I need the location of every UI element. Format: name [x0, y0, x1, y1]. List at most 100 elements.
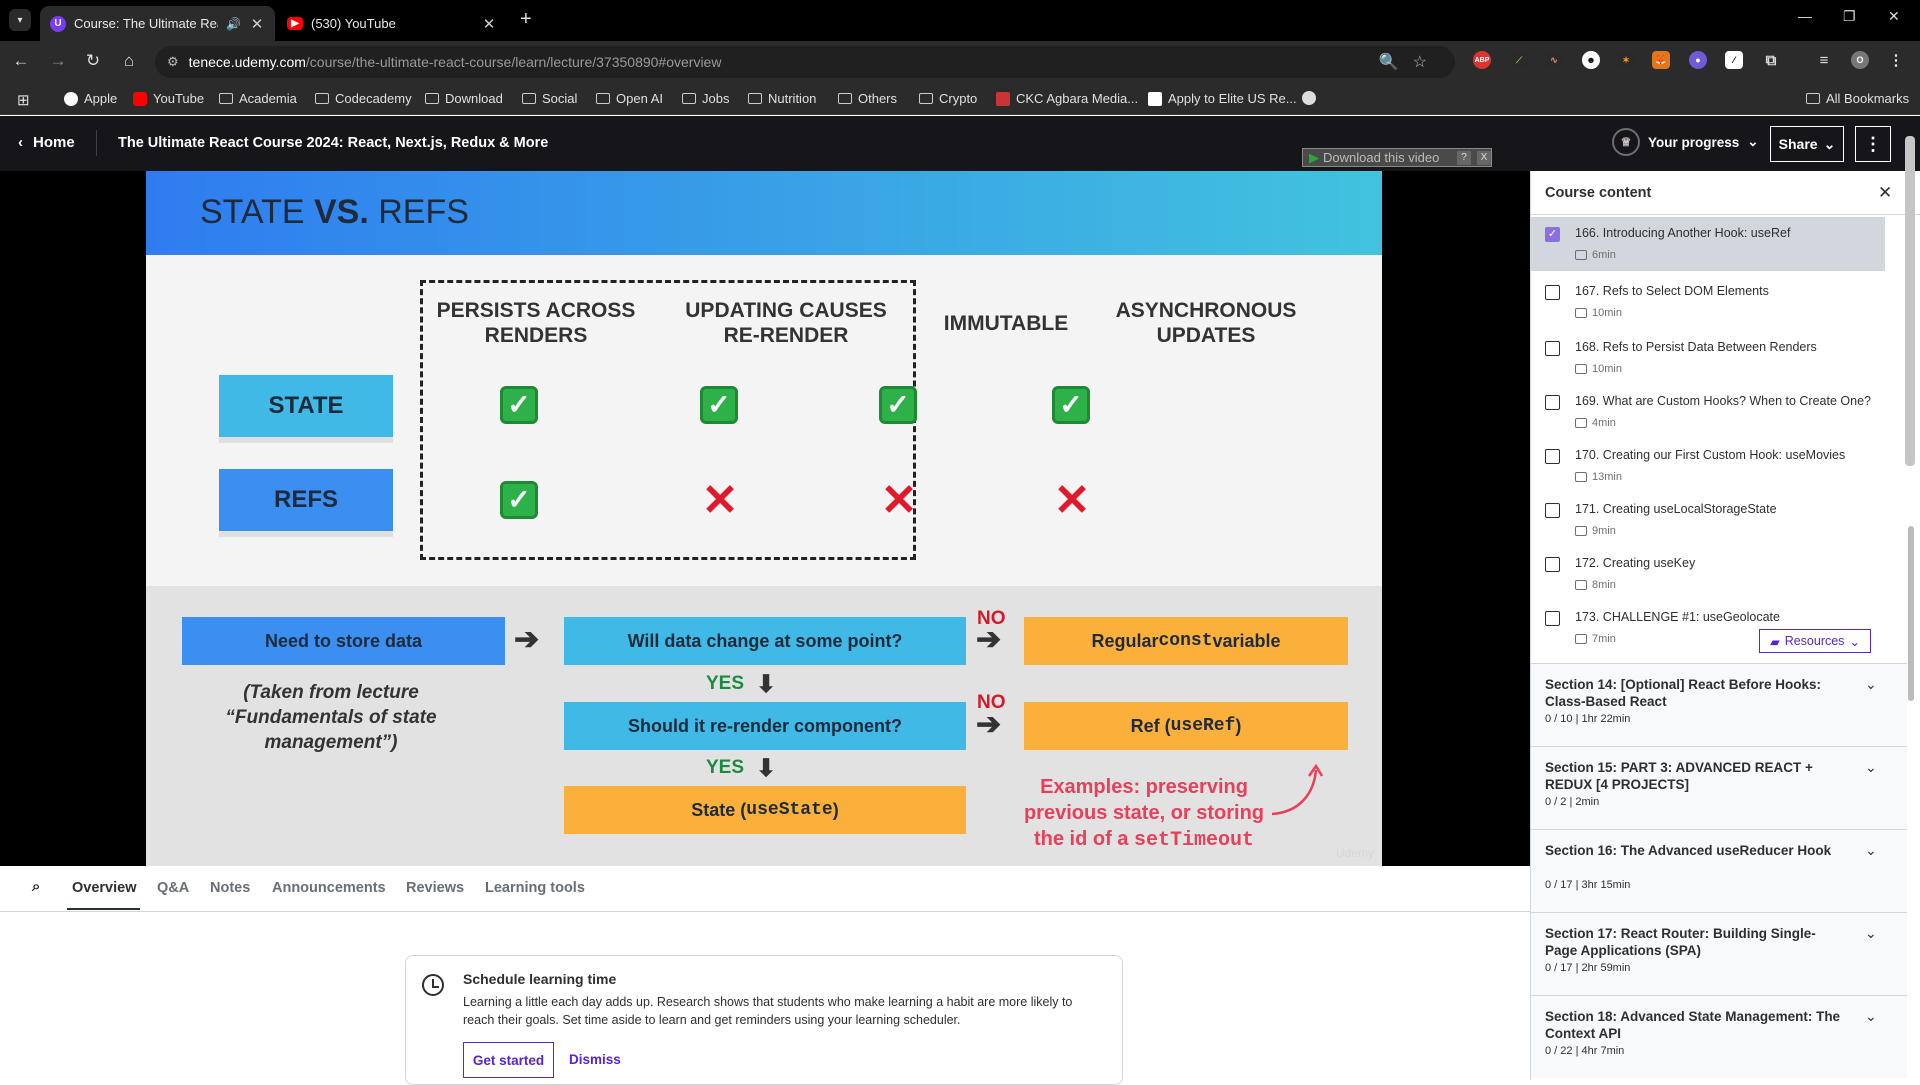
- lecture-item[interactable]: 172. Creating useKey 8min: [1531, 547, 1885, 601]
- section-item[interactable]: Section 14: [Optional] React Before Hook…: [1531, 663, 1907, 746]
- tab-qa[interactable]: Q&A: [157, 880, 189, 896]
- home-link[interactable]: ‹ Home: [18, 134, 75, 151]
- close-window-icon[interactable]: ✕: [1888, 8, 1900, 25]
- dismiss-button[interactable]: Dismiss: [569, 1052, 621, 1067]
- lecture-item[interactable]: 169. What are Custom Hooks? When to Crea…: [1531, 385, 1885, 439]
- flowchart: Need to store data ➔ Will data change at…: [146, 586, 1382, 866]
- bookmark-download[interactable]: Download: [425, 91, 503, 106]
- lecture-checkbox[interactable]: [1545, 557, 1560, 572]
- lecture-checkbox[interactable]: [1545, 503, 1560, 518]
- bookmark-ckc[interactable]: CKC Agbara Media...: [996, 91, 1138, 106]
- folder-icon: [315, 93, 329, 104]
- video-icon: [1575, 526, 1587, 536]
- chevron-down-icon: ⌄: [1865, 759, 1877, 775]
- close-tab-icon[interactable]: ✕: [249, 15, 265, 33]
- forward-icon[interactable]: →: [47, 51, 69, 71]
- new-tab-button[interactable]: +: [520, 8, 532, 31]
- share-button[interactable]: Share ⌄: [1770, 126, 1844, 162]
- resources-button[interactable]: ▰ Resources ⌄: [1759, 629, 1871, 653]
- spark-extension-icon[interactable]: ✶: [1617, 51, 1635, 69]
- page-scrollbar[interactable]: [1905, 136, 1915, 466]
- section-meta: 0 / 10 | 1hr 22min: [1545, 713, 1631, 725]
- cross-icon: ✕: [701, 476, 739, 525]
- adblock-extension-icon[interactable]: ABP: [1473, 51, 1491, 69]
- tab-udemy[interactable]: U Course: The Ultimate React 🔊 ✕: [40, 6, 275, 41]
- lecture-duration: 4min: [1575, 417, 1616, 429]
- globe-icon[interactable]: [1302, 91, 1316, 105]
- tab-learning-tools[interactable]: Learning tools: [485, 880, 585, 896]
- bookmark-social[interactable]: Social: [522, 91, 577, 106]
- bookmark-apple[interactable]: Apple: [64, 91, 117, 106]
- checkmark-icon: ✓: [700, 386, 738, 424]
- get-started-button[interactable]: Get started: [463, 1042, 554, 1078]
- home-icon[interactable]: ⌂: [118, 51, 140, 71]
- bookmark-codecademy[interactable]: Codecademy: [315, 91, 412, 106]
- bookmark-apply[interactable]: Apply to Elite US Re...: [1148, 91, 1297, 106]
- scribble-extension-icon[interactable]: ∿: [1545, 51, 1563, 69]
- apps-grid-icon[interactable]: ⊞: [17, 91, 30, 109]
- more-options-icon[interactable]: ⋮: [1855, 126, 1891, 162]
- section-item[interactable]: Section 17: React Router: Building Singl…: [1531, 912, 1907, 995]
- course-title[interactable]: The Ultimate React Course 2024: React, N…: [118, 135, 548, 151]
- bookmark-others[interactable]: Others: [838, 91, 897, 106]
- video-icon: [1575, 472, 1587, 482]
- lecture-checkbox[interactable]: [1545, 395, 1560, 410]
- minimize-icon[interactable]: —: [1798, 8, 1812, 24]
- section-item[interactable]: Section 18: Advanced State Management: T…: [1531, 995, 1907, 1078]
- tab-notes[interactable]: Notes: [210, 880, 250, 896]
- tab-search-icon[interactable]: ▾: [9, 9, 31, 31]
- lecture-item[interactable]: 171. Creating useLocalStorageState 9min: [1531, 493, 1885, 547]
- lecture-item[interactable]: 167. Refs to Select DOM Elements 10min: [1531, 275, 1885, 329]
- reload-icon[interactable]: ↻: [82, 51, 104, 71]
- bookmark-nutrition[interactable]: Nutrition: [748, 91, 816, 106]
- reading-list-icon[interactable]: ≡: [1815, 51, 1833, 69]
- close-icon[interactable]: ✕: [1878, 183, 1892, 203]
- lecture-checkbox[interactable]: [1545, 449, 1560, 464]
- lecture-item[interactable]: 168. Refs to Persist Data Between Render…: [1531, 331, 1885, 385]
- lecture-checkbox[interactable]: [1545, 341, 1560, 356]
- download-video-bar[interactable]: ▶ Download this video ? X: [1302, 148, 1492, 167]
- sidebar-title: Course content: [1545, 185, 1652, 201]
- speaker-icon[interactable]: 🔊: [226, 17, 241, 31]
- site-info-icon[interactable]: ⚙: [167, 54, 179, 70]
- chat-extension-icon[interactable]: ●: [1689, 51, 1707, 69]
- section-item[interactable]: Section 15: PART 3: ADVANCED REACT + RED…: [1531, 746, 1907, 829]
- bookmark-openai[interactable]: Open AI: [596, 91, 663, 106]
- section-item[interactable]: Section 16: The Advanced useReducer Hook…: [1531, 829, 1907, 912]
- restore-icon[interactable]: ❐: [1843, 8, 1856, 25]
- wand-extension-icon[interactable]: ⁄: [1725, 51, 1743, 69]
- extensions-puzzle-icon[interactable]: ⧉: [1762, 51, 1780, 69]
- profile-avatar[interactable]: O: [1851, 51, 1869, 69]
- lecture-duration: 8min: [1575, 579, 1616, 591]
- zoom-star-icons[interactable]: 🔍☆: [1379, 52, 1441, 72]
- address-bar[interactable]: ⚙ tenece.udemy.com/course/the-ultimate-r…: [155, 46, 1455, 78]
- lecture-tabs: ⌕ Overview Q&A Notes Announcements Revie…: [0, 866, 1530, 912]
- chrome-menu-icon[interactable]: ⋮: [1887, 51, 1905, 69]
- tab-overview[interactable]: Overview: [72, 880, 137, 896]
- bookmark-academia[interactable]: Academia: [219, 91, 297, 106]
- tab-youtube[interactable]: ▶ (530) YouTube ✕: [277, 6, 507, 41]
- lecture-item[interactable]: 173. CHALLENGE #1: useGeolocate 7min ▰ Reso…: [1531, 601, 1885, 655]
- metamask-extension-icon[interactable]: 🦊: [1652, 51, 1670, 69]
- help-icon[interactable]: ?: [1457, 150, 1471, 165]
- lecture-checkbox[interactable]: [1545, 285, 1560, 300]
- close-tab-icon[interactable]: ✕: [481, 15, 497, 33]
- lecture-item[interactable]: 170. Creating our First Custom Hook: use…: [1531, 439, 1885, 493]
- lecture-checkbox[interactable]: [1545, 611, 1560, 626]
- chevron-left-icon: ‹: [18, 134, 23, 151]
- bookmark-jobs[interactable]: Jobs: [682, 91, 729, 106]
- sidebar-scrollbar[interactable]: [1908, 526, 1914, 701]
- close-icon[interactable]: X: [1477, 150, 1491, 165]
- bookmark-crypto[interactable]: Crypto: [919, 91, 977, 106]
- all-bookmarks[interactable]: All Bookmarks: [1806, 91, 1909, 106]
- bookmark-youtube[interactable]: YouTube: [133, 91, 204, 106]
- face-extension-icon[interactable]: ☻: [1582, 51, 1600, 69]
- lecture-item[interactable]: ✓ 166. Introducing Another Hook: useRef 6m…: [1531, 217, 1885, 271]
- progress-dropdown[interactable]: ♕ Your progress ⌄: [1612, 128, 1759, 156]
- lecture-checkbox[interactable]: ✓: [1545, 227, 1560, 242]
- tab-reviews[interactable]: Reviews: [406, 880, 464, 896]
- chart-extension-icon[interactable]: ⟋: [1510, 51, 1528, 69]
- search-icon[interactable]: ⌕: [32, 878, 40, 895]
- tab-announcements[interactable]: Announcements: [272, 880, 386, 896]
- back-icon[interactable]: ←: [10, 51, 32, 71]
